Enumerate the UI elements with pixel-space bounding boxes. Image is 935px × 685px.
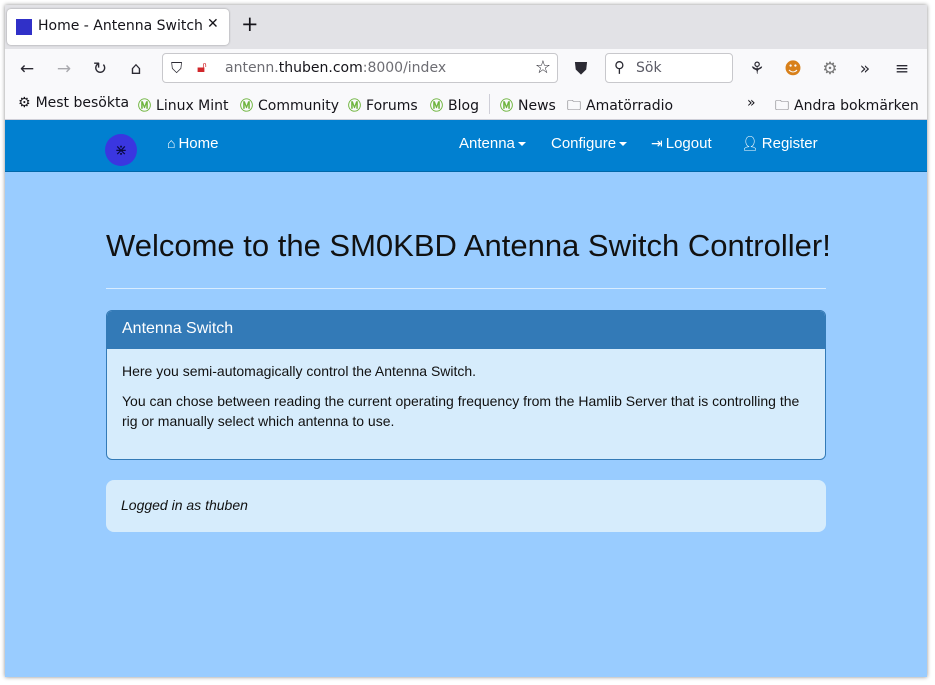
site-navbar: ⋇ ⌂ Home Antenna Configure ⇥ Logout 👤︎ Regi… [5,120,927,172]
page-content: ⋇ ⌂ Home Antenna Configure ⇥ Logout 👤︎ Regi… [5,120,927,677]
mint-icon: Ⓜ [138,99,152,114]
panel-body: Here you semi-automagically control the … [107,349,825,453]
url-bar[interactable]: ⛉ 🔓︎ antenn.thuben.com:8000/index ☆ [162,53,558,83]
mint-icon: Ⓜ [348,99,362,114]
site-favicon-icon [16,19,32,35]
mint-icon: Ⓜ [500,99,514,114]
panel-intro-text: Here you semi-automagically control the … [122,363,477,379]
insecure-lock-icon[interactable]: 🔓︎ [197,58,207,76]
divider [106,288,826,289]
caret-down-icon [619,142,628,147]
nav-register[interactable]: 👤︎ Register [741,135,818,152]
tab-title: Home - Antenna Switch [38,18,203,34]
gear-icon: ⚙ [18,95,31,111]
bookmark-linux-mint[interactable]: Ⓜ Linux Mint [138,95,229,114]
user-icon: 👤︎ [741,135,759,151]
panel-description-text: You can chose between reading the curren… [122,393,800,429]
mint-icon: Ⓜ [240,99,254,114]
browser-toolbar: ← → ↻ ⌂ ⛉ 🔓︎ antenn.thuben.com:8000/inde… [5,49,927,89]
bookmark-community[interactable]: Ⓜ Community [240,95,339,114]
login-status: Logged in as thuben [106,480,826,532]
bookmark-amatorradio[interactable]: 🗀︎ Amatörradio [567,95,673,119]
overflow-chevron-icon[interactable]: » [853,57,877,81]
extensions-icon[interactable]: ⚘ [745,57,769,81]
search-box[interactable]: ⚲ Sök [605,53,733,83]
antenna-switch-panel: Antenna Switch Here you semi-automagical… [106,310,826,460]
nav-configure-dropdown[interactable]: Configure [551,135,628,152]
nav-antenna-dropdown[interactable]: Antenna [459,135,526,152]
menu-icon[interactable]: ≡ [890,57,914,81]
nav-home[interactable]: ⌂ Home [167,135,218,152]
url-text[interactable]: antenn.thuben.com:8000/index [225,60,446,76]
bookmark-blog[interactable]: Ⓜ Blog [430,95,479,114]
back-icon[interactable]: ← [15,57,39,81]
tracking-shield-icon[interactable]: ⛉ [171,59,182,77]
folder-icon: 🗀︎ [775,98,789,114]
bookmark-other[interactable]: 🗀︎ Andra bokmärken [775,95,919,119]
search-icon: ⚲ [614,58,625,76]
tab-home[interactable]: Home - Antenna Switch ✕ [7,9,229,45]
new-tab-button[interactable]: + [241,13,259,35]
browser-window: Home - Antenna Switch ✕ + ← → ↻ ⌂ ⛉ 🔓︎ a… [5,5,927,677]
bookmark-mest-besokta[interactable]: ⚙ Mest besökta [18,95,129,111]
bookmark-news[interactable]: Ⓜ News [500,95,556,114]
bookmark-star-icon[interactable]: ☆ [535,57,551,78]
mint-icon: Ⓜ [430,99,444,114]
pocket-icon[interactable]: ⛊ [569,57,593,81]
monkey-extension-icon[interactable]: ☻ [781,57,805,81]
forward-icon[interactable]: → [52,57,76,81]
search-placeholder: Sök [636,60,662,76]
close-tab-icon[interactable]: ✕ [207,16,219,32]
logout-icon: ⇥ [651,135,663,151]
site-logo-icon[interactable]: ⋇ [105,134,137,166]
bookmarks-bar: ⚙ Mest besökta Ⓜ Linux Mint Ⓜ Community Ⓜ Fo… [5,89,927,120]
tab-strip: Home - Antenna Switch ✕ + [5,5,927,49]
nav-logout[interactable]: ⇥ Logout [651,135,712,152]
gear-extension-icon[interactable]: ⚙ [818,57,842,81]
folder-icon: 🗀︎ [567,98,581,114]
bookmarks-overflow-icon[interactable]: » [747,95,756,111]
page-title: Welcome to the SM0KBD Antenna Switch Con… [106,228,831,263]
home-icon: ⌂ [167,135,176,151]
bookmark-forums[interactable]: Ⓜ Forums [348,95,418,114]
reload-icon[interactable]: ↻ [88,57,112,81]
caret-down-icon [517,142,526,147]
home-icon[interactable]: ⌂ [124,57,148,81]
bookmark-separator [489,94,490,114]
panel-title: Antenna Switch [107,311,825,349]
